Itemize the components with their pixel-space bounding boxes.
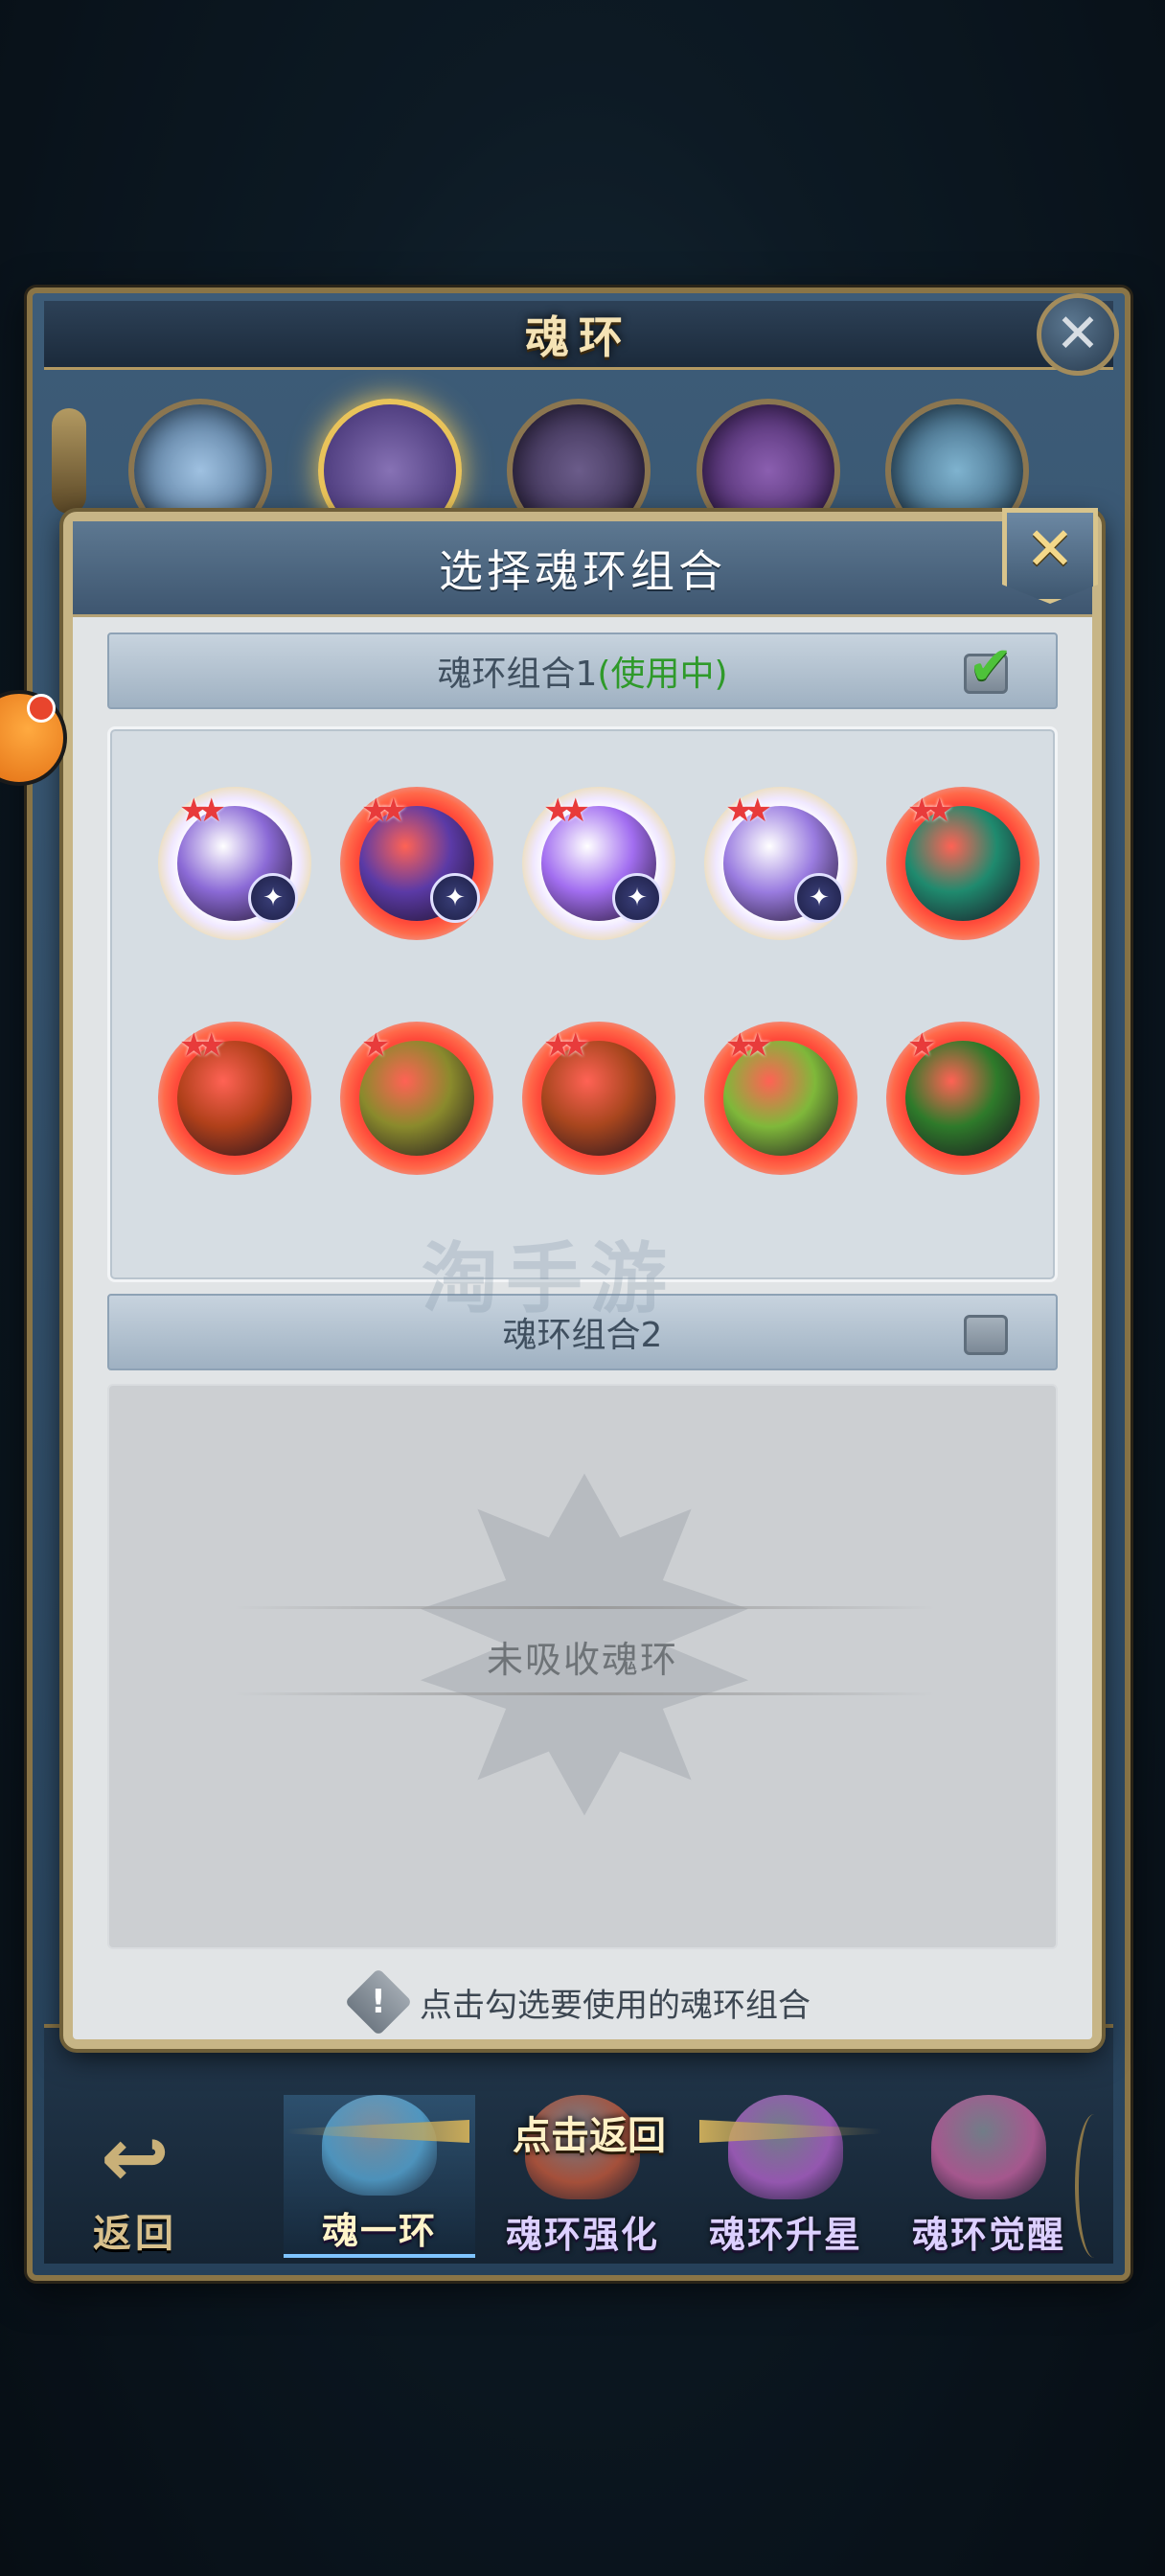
tab-label: 魂环觉醒: [911, 2214, 1065, 2256]
window-title: 魂环: [525, 310, 632, 363]
divider: [234, 1692, 935, 1695]
star-rating-icon: ★★: [179, 792, 226, 830]
divider: [234, 1606, 935, 1609]
ring-set-1-checkbox[interactable]: ✔: [964, 640, 1013, 694]
purple-hexagon-ring-icon[interactable]: ★★ ✦: [704, 787, 857, 940]
checkmark-icon: ✔: [968, 635, 1014, 698]
star-rating-icon: ★★: [361, 792, 408, 830]
tab-label: 魂环强化: [505, 2214, 659, 2256]
close-icon: ✕: [1055, 303, 1101, 365]
back-label: 返回: [93, 2212, 177, 2256]
spirit-badge-icon: ✦: [248, 873, 298, 923]
star-rating-icon: ★★: [543, 792, 590, 830]
close-icon: ✕: [1025, 514, 1075, 584]
notification-dot: [27, 694, 56, 723]
tap-to-return-tip[interactable]: 点击返回: [479, 2104, 699, 2161]
sprout-ring-icon[interactable]: ★: [886, 1022, 1039, 1175]
hint-row: ! 点击勾选要使用的魂环组合: [73, 1967, 1092, 2036]
exclamation-icon: !: [344, 1967, 413, 2036]
star-rating-icon: ★★: [907, 792, 954, 830]
star-rating-icon: ★★: [179, 1026, 226, 1065]
star-rating-icon: ★: [907, 1026, 937, 1065]
dialog-close-button[interactable]: ✕: [1002, 508, 1098, 604]
green-wings-ring-icon[interactable]: ★★: [886, 787, 1039, 940]
fire-warrior-ring-icon[interactable]: ★★: [158, 1022, 311, 1175]
ring-set-1-header[interactable]: 魂环组合1 (使用中) ✔: [107, 632, 1058, 709]
window-header: 魂环: [44, 301, 1113, 370]
back-button[interactable]: ↩ 返回: [63, 2095, 207, 2258]
ring-set-2-empty-panel: 未吸收魂环: [107, 1384, 1058, 1949]
watermark-text: 淘手游: [422, 1234, 674, 1323]
hint-text: 点击勾选要使用的魂环组合: [420, 1986, 811, 2025]
tab-soul-ring-awaken[interactable]: 魂环觉醒: [893, 2095, 1085, 2258]
spirit-badge-icon: ✦: [794, 873, 844, 923]
star-rating-icon: ★★: [725, 792, 772, 830]
star-rating-icon: ★★: [543, 1026, 590, 1065]
tab-soul-ring[interactable]: 魂一环: [284, 2095, 475, 2258]
spirit-badge-icon: ✦: [612, 873, 662, 923]
tab-label: 魂一环: [321, 2210, 437, 2252]
tab-soul-ring-star-up[interactable]: 魂环升星: [690, 2095, 881, 2258]
ring-set-1-rings: ★★ ✦ ★★ ✦ ★★ ✦ ★★ ✦ ★★ ★★ ★ ★★ ★★ ★: [107, 726, 1058, 1282]
spirit-badge-icon: ✦: [430, 873, 480, 923]
purple-beast-ring-icon[interactable]: ★★ ✦: [340, 787, 493, 940]
purple-gem-icon: [728, 2095, 843, 2199]
star-rating-icon: ★: [361, 1026, 391, 1065]
ring-set-1-status: (使用中): [597, 655, 728, 694]
pink-gem-icon: [931, 2095, 1046, 2199]
tab-label: 魂环升星: [708, 2214, 862, 2256]
hanging-charm-icon: [52, 408, 86, 514]
olive-leaf-ring-icon[interactable]: ★: [340, 1022, 493, 1175]
back-arrow-icon: ↩: [100, 2110, 171, 2206]
more-tabs-handle[interactable]: [1075, 2114, 1113, 2258]
dialog-header: 选择魂环组合: [73, 521, 1092, 617]
ring-set-1-name: 魂环组合1: [437, 655, 598, 694]
fire-serpent-ring-icon[interactable]: ★★: [522, 1022, 675, 1175]
dialog-title: 选择魂环组合: [439, 544, 726, 597]
star-rating-icon: ★★: [725, 1026, 772, 1065]
empty-state-text: 未吸收魂环: [486, 1639, 678, 1681]
green-wind-ring-icon[interactable]: ★★: [704, 1022, 857, 1175]
purple-lightning-ring-icon[interactable]: ★★ ✦: [522, 787, 675, 940]
ring-set-2-checkbox[interactable]: [964, 1315, 1008, 1355]
blue-gem-icon: [322, 2095, 437, 2196]
purple-spider-ring-icon[interactable]: ★★ ✦: [158, 787, 311, 940]
window-close-button[interactable]: ✕: [1037, 293, 1119, 376]
